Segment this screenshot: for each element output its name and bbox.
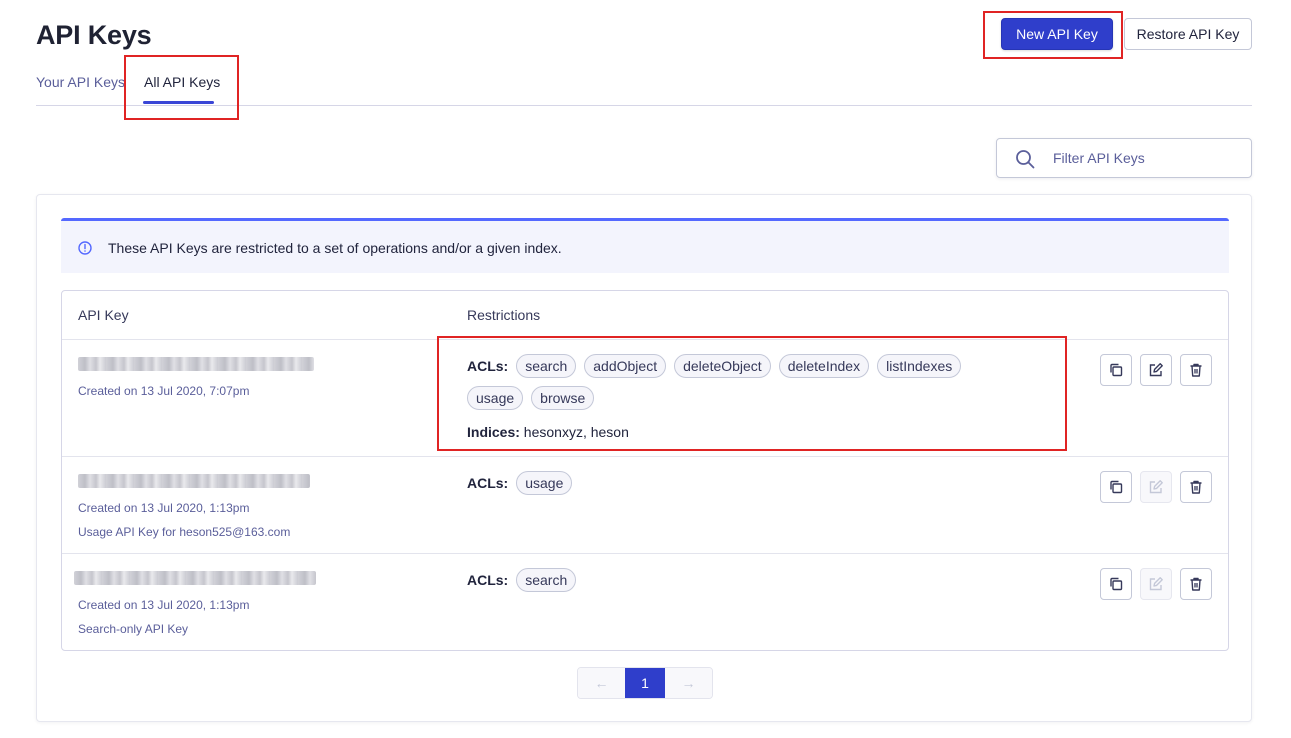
active-tab-indicator <box>143 101 214 104</box>
tab-all-api-keys[interactable]: All API Keys <box>144 74 220 90</box>
tab-bar: Your API Keys All API Keys <box>36 72 1252 106</box>
api-keys-table: API Key Restrictions Created on 13 Jul 2… <box>61 290 1229 651</box>
prev-page-button[interactable]: ← <box>578 668 625 698</box>
copy-icon <box>1110 363 1123 377</box>
delete-key-button[interactable] <box>1180 471 1212 503</box>
copy-key-button[interactable] <box>1100 471 1132 503</box>
info-banner: These API Keys are restricted to a set o… <box>61 218 1229 273</box>
table-row: Created on 13 Jul 2020, 7:07pm ACLs: sea… <box>62 340 1228 456</box>
column-header-api-key: API Key <box>78 307 129 323</box>
acl-chip-usage: usage <box>516 471 573 495</box>
acl-chip-usage: usage <box>467 386 524 410</box>
acl-chip-deleteobject: deleteObject <box>674 354 771 378</box>
edit-icon <box>1149 577 1163 591</box>
delete-key-button[interactable] <box>1180 354 1212 386</box>
table-row: Created on 13 Jul 2020, 1:13pm Usage API… <box>62 457 1228 553</box>
info-banner-text: These API Keys are restricted to a set o… <box>108 240 562 256</box>
acl-list: ACLs: search <box>467 568 1027 592</box>
acl-list: ACLs: usage <box>467 471 1027 495</box>
edit-key-button[interactable] <box>1140 354 1172 386</box>
table-row: Created on 13 Jul 2020, 1:13pm Search-on… <box>62 554 1228 650</box>
indices-value: hesonxyz, heson <box>523 424 629 440</box>
edit-icon <box>1149 363 1163 377</box>
created-date: Created on 13 Jul 2020, 1:13pm <box>78 501 250 515</box>
indices-label: Indices: <box>467 424 520 440</box>
acl-chip-browse: browse <box>531 386 595 410</box>
copy-key-button[interactable] <box>1100 568 1132 600</box>
edit-icon <box>1149 480 1163 494</box>
api-key-value-redacted[interactable] <box>78 357 314 371</box>
api-key-value-redacted[interactable] <box>74 571 316 585</box>
acl-chip-addobject: addObject <box>584 354 667 378</box>
acl-chip-search: search <box>516 568 577 592</box>
new-api-key-button[interactable]: New API Key <box>1001 18 1113 50</box>
acl-chip-listindexes: listIndexes <box>877 354 962 378</box>
copy-icon <box>1110 480 1123 494</box>
trash-icon <box>1190 480 1202 494</box>
key-description: Search-only API Key <box>78 622 189 636</box>
pagination: ← 1 → <box>577 667 713 699</box>
delete-key-button[interactable] <box>1180 568 1212 600</box>
created-date: Created on 13 Jul 2020, 7:07pm <box>78 384 250 398</box>
page-title: API Keys <box>36 20 152 50</box>
next-page-button[interactable]: → <box>665 668 712 698</box>
restore-api-key-button[interactable]: Restore API Key <box>1124 18 1252 50</box>
acl-chip-search: search <box>516 354 577 378</box>
acl-list: ACLs: search addObject deleteObject dele… <box>467 354 1027 410</box>
edit-key-button-disabled <box>1140 471 1172 503</box>
info-icon <box>78 241 92 255</box>
api-keys-card: These API Keys are restricted to a set o… <box>36 194 1252 722</box>
search-icon <box>1016 150 1035 169</box>
trash-icon <box>1190 363 1202 377</box>
tab-your-api-keys[interactable]: Your API Keys <box>36 74 125 90</box>
key-description: Usage API Key for heson525@163.com <box>78 525 291 539</box>
column-header-restrictions: Restrictions <box>467 307 541 323</box>
page-button-current[interactable]: 1 <box>625 668 665 698</box>
filter-api-keys-input[interactable] <box>1053 148 1243 168</box>
edit-key-button-disabled <box>1140 568 1172 600</box>
acl-label: ACLs: <box>467 358 509 374</box>
copy-key-button[interactable] <box>1100 354 1132 386</box>
created-date: Created on 13 Jul 2020, 1:13pm <box>78 598 250 612</box>
acl-chip-deleteindex: deleteIndex <box>778 354 870 378</box>
indices-line: Indices: hesonxyz, heson <box>467 424 629 440</box>
api-key-value-redacted[interactable] <box>78 474 310 488</box>
acl-label: ACLs: <box>467 475 509 491</box>
trash-icon <box>1190 577 1202 591</box>
filter-search-box[interactable] <box>996 138 1252 178</box>
copy-icon <box>1110 577 1123 591</box>
acl-label: ACLs: <box>467 572 509 588</box>
